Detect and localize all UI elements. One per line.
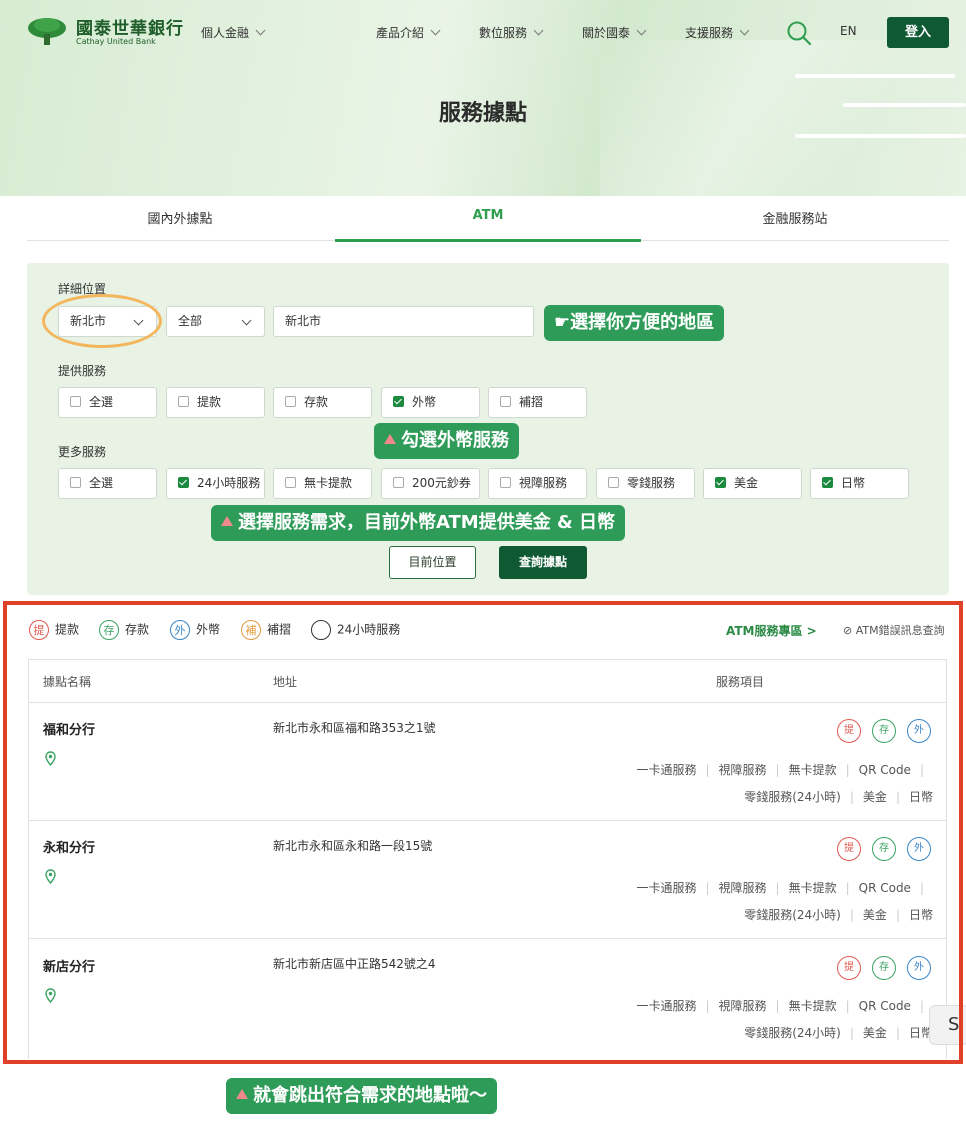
chevron-down-icon xyxy=(255,25,266,36)
nav-digital[interactable]: 數位服務 xyxy=(479,24,544,41)
checkbox-passbook[interactable]: 補摺 xyxy=(488,387,587,418)
checkbox-deposit[interactable]: 存款 xyxy=(273,387,372,418)
annotation-check-fx: 勾選外幣服務 xyxy=(374,423,519,459)
pointing-hand-icon: ☛ xyxy=(554,312,571,333)
district-select[interactable]: 全部 xyxy=(166,306,265,337)
checkbox-icon xyxy=(70,477,81,488)
checkbox-checked-icon xyxy=(178,477,189,488)
district-select-value: 全部 xyxy=(178,314,203,328)
address-input-value: 新北市 xyxy=(285,314,322,328)
annotation-choose-needs: 選擇服務需求，目前外幣ATM提供美金 & 日幣 xyxy=(211,505,625,541)
checkbox-label: 存款 xyxy=(304,395,329,409)
nav-products[interactable]: 產品介紹 xyxy=(376,24,441,41)
annotation-results: 就會跳出符合需求的地點啦～ xyxy=(226,1078,497,1114)
checkbox-label: 全選 xyxy=(89,395,114,409)
annotation-text: 就會跳出符合需求的地點啦～ xyxy=(253,1085,487,1106)
cathay-tree-logo-icon[interactable] xyxy=(27,16,67,46)
checkbox-icon xyxy=(285,396,296,407)
bank-name-en[interactable]: Cathay United Bank xyxy=(76,37,156,46)
nav-segment-label: 個人金融 xyxy=(201,26,250,40)
tab-atm[interactable]: ATM xyxy=(408,208,568,223)
nav-label: 關於國泰 xyxy=(582,26,631,40)
chevron-down-icon xyxy=(739,25,750,36)
checkbox-checked-icon xyxy=(393,396,404,407)
hero-line xyxy=(795,134,966,138)
nav-label: 數位服務 xyxy=(479,26,528,40)
tab-active-indicator xyxy=(335,239,641,242)
highlight-circle xyxy=(42,294,162,348)
checkbox-icon xyxy=(70,396,81,407)
results-highlight-frame xyxy=(3,601,963,1064)
more-services-label: 更多服務 xyxy=(58,445,107,459)
annotation-text: 選擇服務需求，目前外幣ATM提供美金 & 日幣 xyxy=(238,512,615,533)
checkbox-cardless[interactable]: 無卡提款 xyxy=(273,468,372,499)
chevron-down-icon xyxy=(241,315,252,326)
annotation-text: 選擇你方便的地區 xyxy=(570,312,715,333)
checkbox-label: 補摺 xyxy=(519,395,544,409)
checkbox-icon xyxy=(178,396,189,407)
search-locations-button[interactable]: 查詢據點 xyxy=(499,546,587,579)
checkbox-label: 200元鈔券 xyxy=(412,476,471,490)
annotation-text: 勾選外幣服務 xyxy=(401,430,509,451)
checkbox-icon xyxy=(500,477,511,488)
chevron-down-icon xyxy=(430,25,441,36)
language-switch[interactable]: EN xyxy=(840,24,857,38)
checkbox-icon xyxy=(285,477,296,488)
annotation-choose-area: ☛選擇你方便的地區 xyxy=(544,305,725,341)
checkbox-foreign-currency[interactable]: 外幣 xyxy=(381,387,480,418)
checkbox-label: 外幣 xyxy=(412,395,437,409)
hero-line xyxy=(795,74,955,78)
checkbox-coins[interactable]: 零錢服務 xyxy=(596,468,695,499)
checkbox-label: 日幣 xyxy=(841,476,866,490)
triangle-up-icon xyxy=(236,1089,248,1099)
tab-financial-station[interactable]: 金融服務站 xyxy=(715,208,875,227)
checkbox-icon xyxy=(393,477,404,488)
checkbox-label: 美金 xyxy=(734,476,759,490)
checkbox-label: 無卡提款 xyxy=(304,476,353,490)
bank-name[interactable]: 國泰世華銀行 xyxy=(76,14,184,39)
nav-segment-dropdown[interactable]: 個人金融 xyxy=(201,24,266,41)
checkbox-provide-all[interactable]: 全選 xyxy=(58,387,157,418)
checkbox-label: 零錢服務 xyxy=(627,476,676,490)
triangle-up-icon xyxy=(384,434,396,444)
checkbox-more-all[interactable]: 全選 xyxy=(58,468,157,499)
chevron-down-icon xyxy=(636,25,647,36)
checkbox-jpy[interactable]: 日幣 xyxy=(810,468,909,499)
checkbox-visually-impaired[interactable]: 視障服務 xyxy=(488,468,587,499)
chevron-down-icon xyxy=(533,25,544,36)
provide-services-label: 提供服務 xyxy=(58,364,107,378)
tab-domestic-overseas[interactable]: 國內外據點 xyxy=(100,208,260,227)
checkbox-24h[interactable]: 24小時服務 xyxy=(166,468,265,499)
checkbox-label: 24小時服務 xyxy=(197,476,261,490)
triangle-up-icon xyxy=(221,516,233,526)
login-button[interactable]: 登入 xyxy=(887,17,949,48)
checkbox-200-notes[interactable]: 200元鈔券 xyxy=(381,468,480,499)
nav-label: 產品介紹 xyxy=(376,26,425,40)
checkbox-icon xyxy=(500,396,511,407)
checkbox-checked-icon xyxy=(715,477,726,488)
checkbox-checked-icon xyxy=(822,477,833,488)
search-icon[interactable] xyxy=(786,20,812,46)
nav-label: 支援服務 xyxy=(685,26,734,40)
checkbox-withdraw[interactable]: 提款 xyxy=(166,387,265,418)
checkbox-label: 視障服務 xyxy=(519,476,568,490)
current-location-button[interactable]: 目前位置 xyxy=(389,546,476,579)
page-title: 服務據點 xyxy=(438,101,527,126)
checkbox-label: 全選 xyxy=(89,476,114,490)
nav-support[interactable]: 支援服務 xyxy=(685,24,750,41)
checkbox-label: 提款 xyxy=(197,395,222,409)
checkbox-usd[interactable]: 美金 xyxy=(703,468,802,499)
nav-about[interactable]: 關於國泰 xyxy=(582,24,647,41)
address-input[interactable]: 新北市 xyxy=(273,306,534,337)
checkbox-icon xyxy=(608,477,619,488)
